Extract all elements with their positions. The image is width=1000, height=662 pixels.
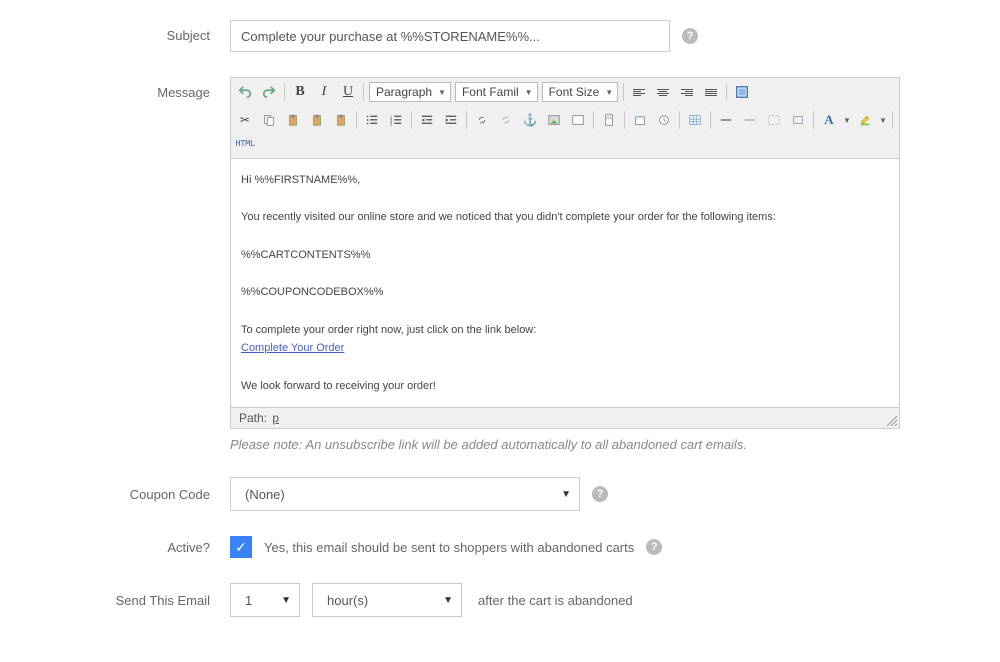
insert-time-icon[interactable] (653, 109, 675, 131)
paste-icon[interactable] (282, 109, 304, 131)
align-right-icon[interactable] (676, 81, 698, 103)
active-text: Yes, this email should be sent to shoppe… (264, 540, 634, 555)
active-checkbox[interactable]: ✓ (230, 536, 252, 558)
font-family-select[interactable]: Font Famil▼ (455, 82, 538, 102)
chevron-down-icon: ▼ (443, 595, 453, 606)
chevron-down-icon: ▼ (281, 595, 291, 606)
image-icon[interactable] (543, 109, 565, 131)
send-qty-select[interactable]: 1 ▼ (230, 583, 300, 617)
insert-date-icon[interactable] (629, 109, 651, 131)
format-select[interactable]: Paragraph▼ (369, 82, 451, 102)
italic-icon[interactable]: I (313, 81, 335, 103)
send-after-text: after the cart is abandoned (478, 593, 633, 608)
indent-icon[interactable] (440, 109, 462, 131)
message-label: Message (30, 77, 230, 100)
subject-help-icon[interactable]: ? (682, 28, 698, 44)
align-center-icon[interactable] (652, 81, 674, 103)
rich-text-editor: B I U Paragraph▼ Font Famil▼ Font Size▼ … (230, 77, 900, 452)
text-color-dropdown-icon[interactable]: ▼ (842, 109, 852, 131)
svg-text:3: 3 (390, 121, 393, 126)
editor-line: Hi %%FIRSTNAME%%, (241, 171, 889, 190)
editor-content[interactable]: Hi %%FIRSTNAME%%, You recently visited o… (230, 158, 900, 408)
send-label: Send This Email (30, 593, 230, 608)
media-icon[interactable] (567, 109, 589, 131)
bg-color-dropdown-icon[interactable]: ▼ (878, 109, 888, 131)
text-color-icon[interactable]: A (818, 109, 840, 131)
redo-icon[interactable] (258, 81, 280, 103)
undo-icon[interactable] (234, 81, 256, 103)
editor-line: You recently visited our online store an… (241, 208, 889, 227)
copy-icon[interactable] (258, 109, 280, 131)
editor-line: We look forward to receiving your order! (241, 377, 889, 396)
active-label: Active? (30, 540, 230, 555)
special-char-icon[interactable] (787, 109, 809, 131)
visual-aid-icon[interactable] (763, 109, 785, 131)
subject-label: Subject (30, 20, 230, 43)
editor-line: %%CARTCONTENTS%% (241, 246, 889, 265)
bg-color-icon[interactable] (854, 109, 876, 131)
editor-line: %%COUPONCODEBOX%% (241, 283, 889, 302)
ordered-list-icon[interactable]: 123 (385, 109, 407, 131)
coupon-help-icon[interactable]: ? (592, 486, 608, 502)
subject-input[interactable] (230, 20, 670, 52)
editor-path-value[interactable]: p (272, 411, 279, 425)
send-unit-select[interactable]: hour(s) ▼ (312, 583, 462, 617)
table-icon[interactable] (684, 109, 706, 131)
hr-icon[interactable] (715, 109, 737, 131)
resize-handle-icon[interactable] (887, 416, 897, 426)
chevron-down-icon: ▼ (561, 489, 571, 500)
underline-icon[interactable]: U (337, 81, 359, 103)
paste-text-icon[interactable] (306, 109, 328, 131)
align-left-icon[interactable] (628, 81, 650, 103)
paste-word-icon[interactable] (330, 109, 352, 131)
remove-format-icon[interactable] (739, 109, 761, 131)
bold-icon[interactable]: B (289, 81, 311, 103)
fullscreen-icon[interactable] (731, 81, 753, 103)
unordered-list-icon[interactable] (361, 109, 383, 131)
active-help-icon[interactable]: ? (646, 539, 662, 555)
cut-icon[interactable]: ✂ (234, 109, 256, 131)
insert-file-icon[interactable] (598, 109, 620, 131)
link-icon[interactable] (471, 109, 493, 131)
editor-line: To complete your order right now, just c… (241, 321, 889, 340)
coupon-select[interactable]: (None) ▼ (230, 477, 580, 511)
unlink-icon[interactable] (495, 109, 517, 131)
message-note: Please note: An unsubscribe link will be… (230, 437, 900, 452)
complete-order-link[interactable]: Complete Your Order (241, 342, 344, 354)
editor-toolbar-row2: ✂ 123 ⚓ (230, 106, 900, 158)
align-justify-icon[interactable] (700, 81, 722, 103)
editor-path-bar: Path: p (230, 408, 900, 429)
font-size-select[interactable]: Font Size▼ (542, 82, 619, 102)
html-source-button[interactable]: HTML (234, 133, 256, 155)
anchor-icon[interactable]: ⚓ (519, 109, 541, 131)
editor-toolbar-row1: B I U Paragraph▼ Font Famil▼ Font Size▼ (230, 77, 900, 106)
outdent-icon[interactable] (416, 109, 438, 131)
coupon-label: Coupon Code (30, 487, 230, 502)
